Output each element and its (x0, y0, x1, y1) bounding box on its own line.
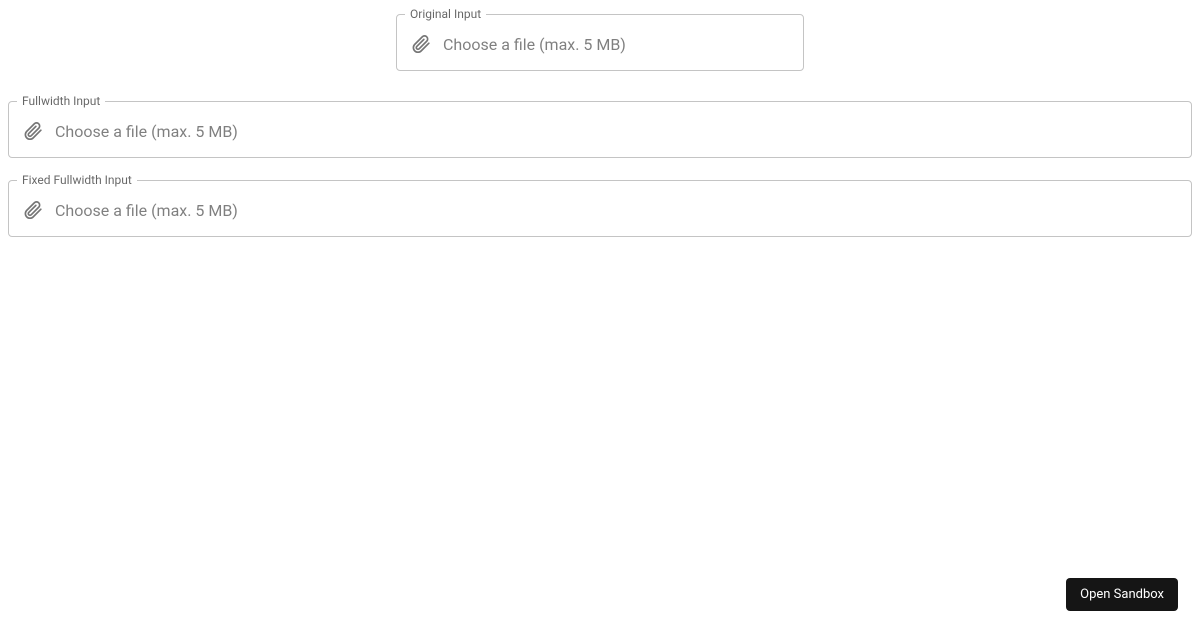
attachment-icon (23, 121, 43, 141)
fixed-fullwidth-input-inner[interactable]: Choose a file (max. 5 MB) (9, 186, 1191, 236)
original-input-field[interactable]: Original Input Choose a file (max. 5 MB) (396, 8, 804, 71)
fullwidth-input-label: Fullwidth Input (17, 95, 105, 107)
attachment-icon (411, 34, 431, 54)
original-input-inner[interactable]: Choose a file (max. 5 MB) (397, 20, 803, 70)
fixed-fullwidth-input-placeholder: Choose a file (max. 5 MB) (55, 201, 1177, 220)
original-row: Original Input Choose a file (max. 5 MB) (8, 0, 1192, 87)
original-input-placeholder: Choose a file (max. 5 MB) (443, 35, 789, 54)
demo-container: Original Input Choose a file (max. 5 MB)… (0, 0, 1200, 237)
fixed-fullwidth-input-field[interactable]: Fixed Fullwidth Input Choose a file (max… (8, 174, 1192, 237)
fixed-fullwidth-input-label: Fixed Fullwidth Input (17, 174, 137, 186)
attachment-icon (23, 200, 43, 220)
fullwidth-input-placeholder: Choose a file (max. 5 MB) (55, 122, 1177, 141)
fullwidth-input-field[interactable]: Fullwidth Input Choose a file (max. 5 MB… (8, 95, 1192, 158)
fullwidth-input-inner[interactable]: Choose a file (max. 5 MB) (9, 107, 1191, 157)
original-input-label: Original Input (405, 8, 486, 20)
open-sandbox-button[interactable]: Open Sandbox (1066, 578, 1178, 611)
